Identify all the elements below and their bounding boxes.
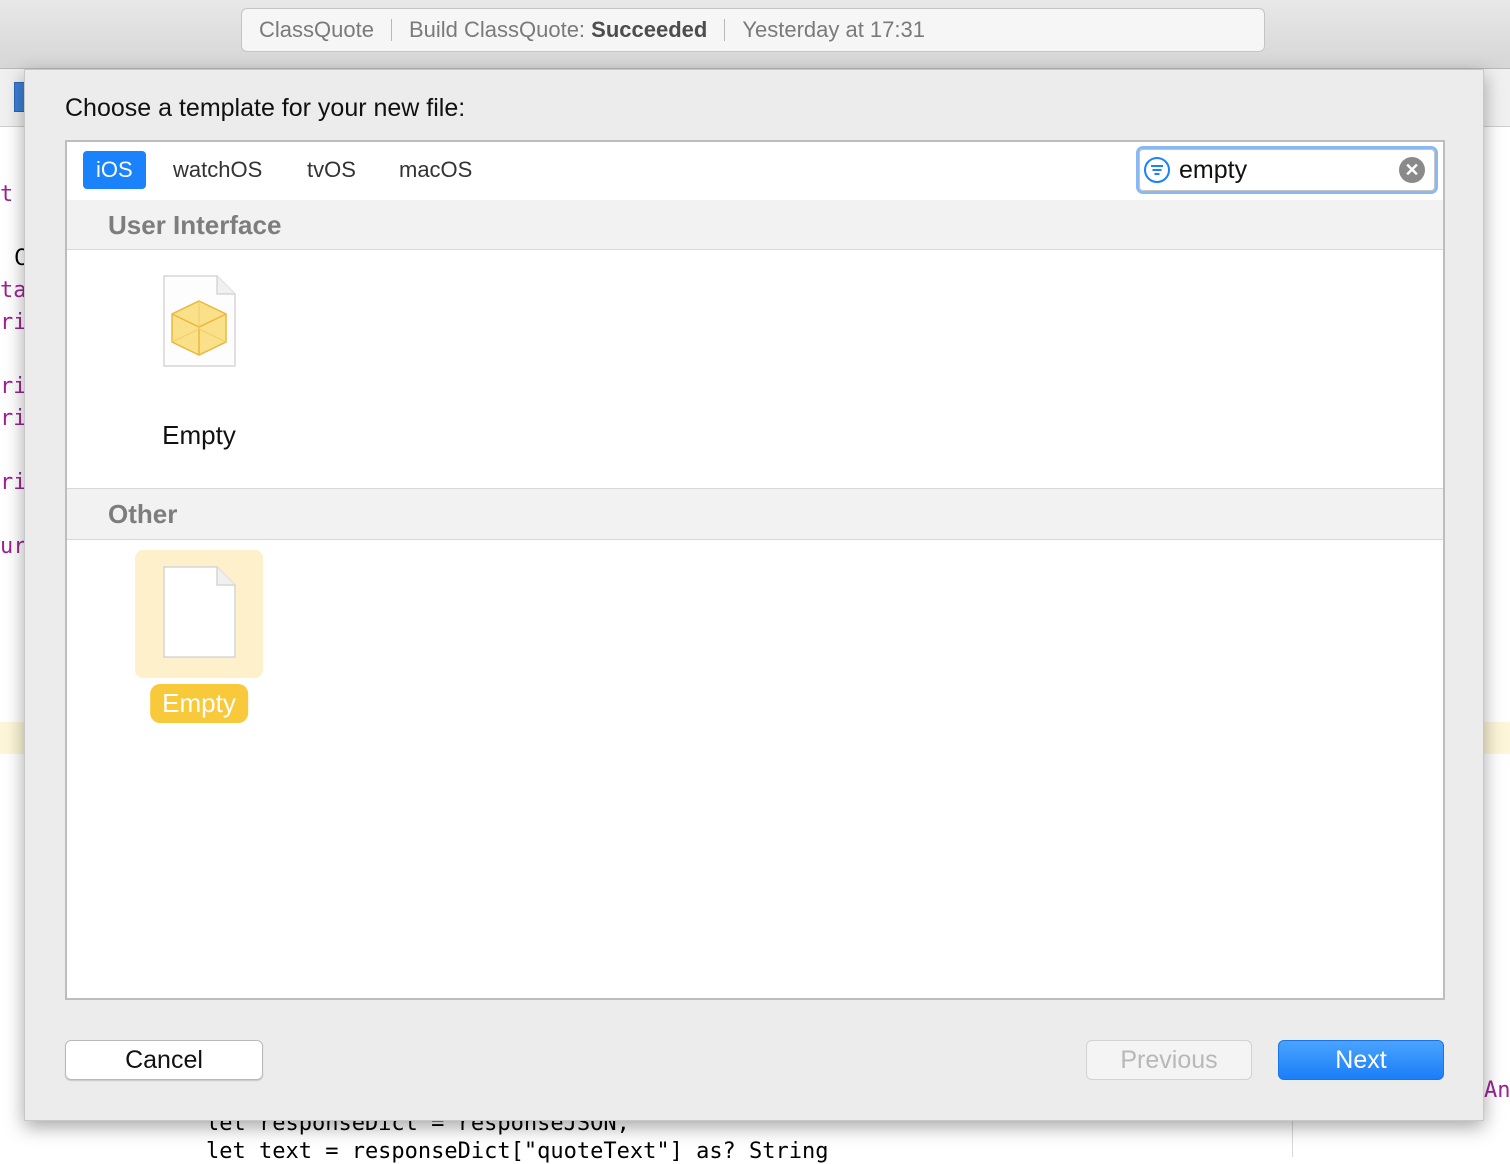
xcode-toolbar: ClassQuote Build ClassQuote: Succeeded Y… [0, 0, 1510, 69]
code-fragment: An [1484, 1078, 1510, 1103]
activity-build-result: Succeeded [591, 17, 708, 42]
template-label-selected: Empty [150, 684, 248, 723]
activity-separator [724, 19, 726, 41]
activity-build-prefix: Build ClassQuote: [408, 17, 592, 42]
template-label: Empty [162, 420, 236, 450]
section-title: User Interface [108, 210, 282, 240]
code-line: let text = responseDict["quoteText"] as?… [206, 1139, 829, 1164]
editor-divider [1292, 1121, 1293, 1157]
interface-builder-file-icon [163, 275, 236, 367]
filter-icon [1144, 157, 1170, 183]
new-file-template-sheet: Choose a template for your new file: iOS… [24, 69, 1484, 1121]
current-line-highlight [1484, 722, 1510, 754]
activity-timestamp: Yesterday at 17:31 [742, 17, 925, 42]
search-input[interactable] [1179, 155, 1389, 185]
activity-project: ClassQuote [259, 17, 374, 42]
template-icon-wrap [135, 270, 263, 398]
section-title: Other [108, 499, 178, 529]
tab-watchos[interactable]: watchOS [160, 151, 275, 189]
code-fragment: ri [0, 374, 27, 399]
sheet-title: Choose a template for your new file: [65, 94, 466, 122]
template-item-empty-other[interactable]: Empty [135, 550, 263, 730]
code-fragment: t [0, 182, 14, 207]
code-fragment: ri [0, 310, 27, 335]
platform-tab-bar: iOS watchOS tvOS macOS ✕ [67, 142, 1443, 201]
activity-build-status: Build ClassQuote: Succeeded [409, 17, 707, 43]
tab-macos[interactable]: macOS [386, 151, 485, 189]
next-button[interactable]: Next [1278, 1040, 1444, 1080]
section-header-other: Other [67, 488, 1443, 540]
code-fragment: ta [0, 278, 27, 303]
tab-ios[interactable]: iOS [83, 151, 146, 189]
tab-tvos[interactable]: tvOS [294, 151, 369, 189]
activity-viewer: ClassQuote Build ClassQuote: Succeeded Y… [241, 8, 1265, 52]
previous-button[interactable]: Previous [1086, 1040, 1252, 1080]
blank-file-icon [163, 566, 236, 658]
section-header-user-interface: User Interface [67, 200, 1443, 250]
activity-separator [390, 19, 392, 41]
editor-jump-bar-right [1484, 69, 1510, 127]
code-fragment: ri [0, 406, 27, 431]
template-icon-wrap [135, 550, 263, 678]
template-browser: iOS watchOS tvOS macOS ✕ User Interface [65, 140, 1445, 1000]
template-search-field[interactable]: ✕ [1136, 146, 1438, 194]
code-fragment: ri [0, 470, 27, 495]
code-fragment: ur [0, 534, 27, 559]
current-line-highlight [0, 722, 24, 754]
template-item-empty-interface[interactable]: Empty [135, 270, 263, 450]
cancel-button[interactable]: Cancel [65, 1040, 263, 1080]
clear-search-icon[interactable]: ✕ [1399, 157, 1425, 183]
